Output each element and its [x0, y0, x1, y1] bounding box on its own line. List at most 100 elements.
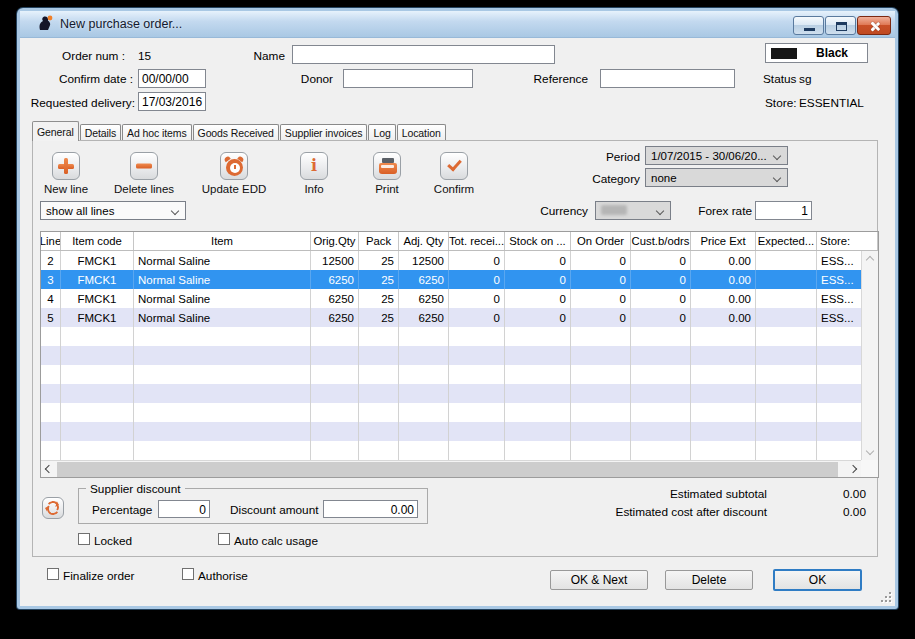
column-header[interactable]: Orig.Qty — [311, 232, 359, 250]
requested-delivery-input[interactable]: 17/03/2016 — [138, 92, 206, 111]
tab-ad-hoc-items[interactable]: Ad hoc items — [122, 124, 192, 141]
new-line-button[interactable] — [52, 152, 80, 180]
forex-rate-input[interactable]: 1 — [755, 201, 812, 220]
close-button[interactable] — [857, 16, 891, 35]
name-input[interactable] — [292, 45, 555, 64]
resize-grip[interactable] — [879, 590, 891, 602]
table-header[interactable]: LineItem codeItemOrig.QtyPackAdj. QtyTot… — [41, 232, 878, 251]
table-cell — [631, 422, 691, 441]
maximize-button[interactable] — [825, 16, 856, 35]
table-cell: 0 — [505, 289, 571, 308]
vertical-scrollbar[interactable] — [861, 251, 878, 460]
color-selector[interactable]: Black — [765, 43, 868, 63]
table-cell: FMCK1 — [61, 289, 134, 308]
table-cell — [756, 251, 817, 270]
ok-next-button[interactable]: OK & Next — [550, 570, 648, 590]
table-row[interactable] — [41, 403, 878, 422]
window-title: New purchase order... — [60, 17, 182, 31]
store-label: Store: — [765, 96, 796, 110]
finalize-order-checkbox[interactable] — [47, 568, 59, 580]
recalculate-button[interactable] — [42, 497, 64, 519]
table-cell: 0 — [571, 251, 631, 270]
info-button[interactable]: i — [300, 152, 328, 180]
table-cell — [631, 327, 691, 346]
table-cell — [399, 441, 449, 460]
tab-location[interactable]: Location — [397, 124, 446, 141]
reference-input[interactable] — [600, 69, 735, 88]
table-cell — [359, 422, 399, 441]
period-select[interactable]: 1/07/2015 - 30/06/20... — [645, 146, 788, 165]
table-cell — [691, 403, 756, 422]
column-header[interactable]: Expected... — [756, 232, 817, 250]
update-edd-button[interactable] — [220, 152, 248, 180]
column-header[interactable]: Stock on ... — [505, 232, 571, 250]
confirm-date-input[interactable]: 00/00/00 — [138, 69, 206, 88]
table-row[interactable] — [41, 384, 878, 403]
column-header[interactable]: Cust.b/odrs — [631, 232, 691, 250]
minimize-button[interactable] — [793, 16, 824, 35]
table-cell — [756, 327, 817, 346]
percentage-input[interactable]: 0 — [158, 500, 210, 518]
table-cell: 0 — [631, 308, 691, 327]
donor-input[interactable] — [343, 69, 473, 88]
tab-supplier-invoices[interactable]: Supplier invoices — [280, 124, 368, 141]
table-cell: 6250 — [399, 289, 449, 308]
table-row[interactable] — [41, 365, 878, 384]
table-cell — [41, 327, 61, 346]
table-row[interactable]: 3FMCK1Normal Saline625025625000000.00ESS… — [41, 270, 878, 289]
delete-button[interactable]: Delete — [665, 570, 753, 590]
tab-goods-received[interactable]: Goods Received — [193, 124, 279, 141]
confirm-date-label: Confirm date : — [33, 72, 133, 86]
scrollbar-thumb[interactable] — [57, 462, 838, 477]
scroll-left-icon[interactable] — [45, 465, 53, 473]
column-header[interactable]: On Order — [571, 232, 631, 250]
scroll-down-icon[interactable] — [866, 447, 874, 455]
auto-calc-checkbox[interactable] — [218, 533, 230, 545]
table-row[interactable] — [41, 441, 878, 460]
period-label: Period — [560, 150, 640, 164]
column-header[interactable]: Store: — [817, 232, 878, 250]
currency-select[interactable] — [595, 201, 671, 220]
tab-details[interactable]: Details — [80, 124, 121, 141]
tab-general[interactable]: General — [32, 121, 79, 141]
ok-button[interactable]: OK — [773, 569, 862, 591]
column-header[interactable]: Item code — [61, 232, 134, 250]
authorise-checkbox[interactable] — [182, 568, 194, 580]
scroll-right-icon[interactable] — [849, 465, 857, 473]
table-cell — [631, 441, 691, 460]
scroll-up-icon[interactable] — [866, 256, 874, 264]
column-header[interactable]: Adj. Qty — [399, 232, 449, 250]
locked-checkbox[interactable] — [78, 533, 90, 545]
table-row[interactable] — [41, 346, 878, 365]
category-select[interactable]: none — [645, 168, 788, 187]
currency-label: Currency — [508, 204, 588, 218]
table-cell — [359, 346, 399, 365]
column-header[interactable]: Line — [41, 232, 61, 250]
table-row[interactable] — [41, 327, 878, 346]
table-cell — [134, 403, 311, 422]
table-cell — [691, 441, 756, 460]
horizontal-scrollbar[interactable] — [41, 460, 861, 477]
table-row[interactable]: 5FMCK1Normal Saline625025625000000.00ESS… — [41, 308, 878, 327]
table-cell — [571, 327, 631, 346]
chevron-down-icon — [656, 207, 664, 215]
title-bar[interactable]: New purchase order... — [20, 11, 895, 38]
delete-lines-button[interactable] — [130, 152, 158, 180]
name-label: Name — [235, 49, 285, 63]
column-header[interactable]: Price Ext — [691, 232, 756, 250]
table-cell: 3 — [41, 270, 61, 289]
print-button[interactable] — [373, 152, 401, 180]
authorise-label: Authorise — [198, 569, 248, 583]
show-lines-select[interactable]: show all lines — [40, 201, 186, 220]
table-row[interactable]: 4FMCK1Normal Saline625025625000000.00ESS… — [41, 289, 878, 308]
table-row[interactable]: 2FMCK1Normal Saline12500251250000000.00E… — [41, 251, 878, 270]
currency-value-redacted — [601, 205, 627, 215]
tab-log[interactable]: Log — [368, 124, 395, 141]
column-header[interactable]: Item — [134, 232, 311, 250]
minimize-icon — [804, 28, 815, 31]
table-row[interactable] — [41, 422, 878, 441]
column-header[interactable]: Pack — [359, 232, 399, 250]
column-header[interactable]: Tot. recei... — [449, 232, 505, 250]
confirm-button[interactable] — [440, 152, 468, 180]
discount-amount-input[interactable]: 0.00 — [323, 500, 418, 518]
